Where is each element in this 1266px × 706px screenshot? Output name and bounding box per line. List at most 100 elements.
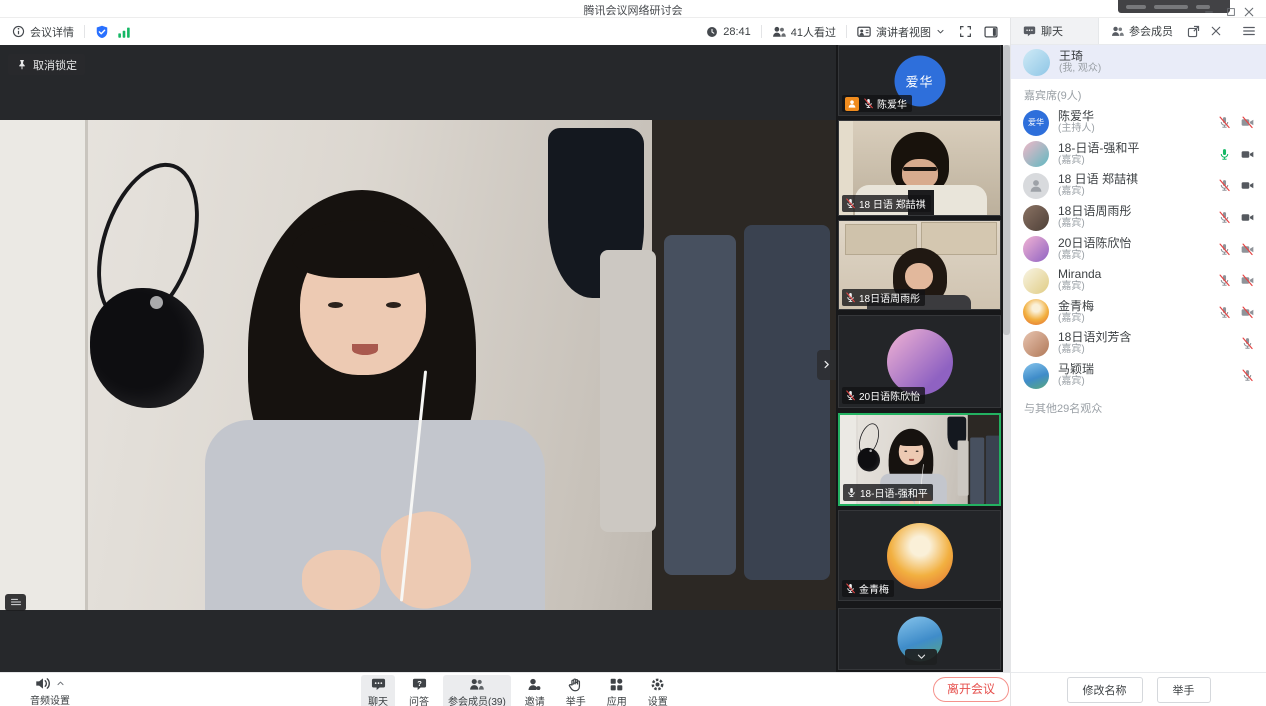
panel-header: 聊天 参会成员 bbox=[1011, 18, 1266, 45]
member-name: 18日语周雨彤 bbox=[1058, 205, 1195, 218]
toolbar-button-hand[interactable]: 举手 bbox=[559, 675, 593, 706]
member-name: 金青梅 bbox=[1058, 300, 1195, 313]
rename-button[interactable]: 修改名称 bbox=[1067, 677, 1143, 703]
video-thumbnail[interactable]: 20日语陈欣怡 bbox=[838, 315, 1001, 408]
collapse-thumbnails-button[interactable] bbox=[817, 350, 836, 380]
clock-icon bbox=[706, 25, 718, 37]
view-mode-label: 演讲者视图 bbox=[876, 24, 931, 40]
chevron-right-icon bbox=[821, 356, 832, 374]
toolbar-button-invite[interactable]: 邀请 bbox=[518, 675, 552, 706]
thumbnail-scrollbar[interactable] bbox=[1003, 45, 1010, 672]
avatar bbox=[887, 523, 953, 589]
toolbar-buttons: 聊天? 问答 参会成员(39)邀请举手应用 设置 bbox=[361, 675, 675, 706]
member-row[interactable]: 18日语刘芳含(嘉宾) bbox=[1011, 328, 1266, 360]
member-status-icons bbox=[1204, 211, 1254, 224]
member-status-icons bbox=[1204, 337, 1254, 350]
avatar bbox=[1023, 141, 1049, 167]
audio-settings-button[interactable]: 音频设置 bbox=[30, 675, 70, 706]
mic-off-icon bbox=[1218, 179, 1231, 192]
minimize-button[interactable] bbox=[1203, 3, 1217, 15]
speaker-video-feed bbox=[0, 120, 836, 610]
avatar bbox=[1023, 205, 1049, 231]
avatar bbox=[887, 329, 953, 395]
leave-meeting-button[interactable]: 离开会议 bbox=[933, 677, 1009, 702]
toolbar-button-apps[interactable]: 应用 bbox=[600, 675, 634, 706]
hand-icon bbox=[568, 677, 583, 692]
viewer-count[interactable]: 41人看过 bbox=[772, 24, 836, 40]
thumbnail-strip: 爱华陈爱华18 日语 郑喆祺 18日语周雨彤 20日语陈欣怡18-日语-强和平金青梅 bbox=[836, 45, 1010, 672]
mic-off-icon bbox=[1218, 211, 1231, 224]
speaker-view-icon bbox=[857, 25, 871, 39]
panel-menu-button[interactable] bbox=[1232, 18, 1266, 44]
video-thumbnail[interactable]: 金青梅 bbox=[838, 510, 1001, 601]
meeting-details-label: 会议详情 bbox=[30, 24, 74, 40]
panel-toggle-button[interactable] bbox=[984, 25, 998, 39]
member-row[interactable]: Miranda(嘉宾) bbox=[1011, 265, 1266, 297]
close-button[interactable] bbox=[1243, 3, 1257, 15]
side-panel: 聊天 参会成员 王琦 (我, 观众) 嘉宾席(9人) 爱华陈爱华(主持人)18-… bbox=[1010, 18, 1266, 706]
camera-off-icon bbox=[1241, 116, 1254, 129]
member-row[interactable]: 18-日语-强和平(嘉宾) bbox=[1011, 139, 1266, 171]
member-row[interactable]: 马颖瑞(嘉宾) bbox=[1011, 360, 1266, 392]
member-row[interactable]: 爱华陈爱华(主持人) bbox=[1011, 107, 1266, 139]
mic-on-icon bbox=[846, 487, 857, 498]
member-name: 陈爱华 bbox=[1058, 110, 1195, 123]
fullscreen-button[interactable] bbox=[959, 25, 972, 38]
member-list: 王琦 (我, 观众) 嘉宾席(9人) 爱华陈爱华(主持人)18-日语-强和平(嘉… bbox=[1011, 45, 1266, 672]
toolbar-button-people[interactable]: 参会成员(39) bbox=[443, 675, 511, 706]
chevron-down-icon bbox=[916, 648, 927, 666]
caption-toggle-button[interactable] bbox=[5, 594, 26, 611]
video-thumbnail[interactable]: 18-日语-强和平 bbox=[838, 413, 1001, 506]
toolbar-button-label: 应用 bbox=[607, 693, 627, 706]
avatar bbox=[1023, 331, 1049, 357]
toolbar-button-gear[interactable]: 设置 bbox=[641, 675, 675, 706]
toolbar-button-label: 问答 bbox=[409, 693, 429, 706]
mic-off-icon bbox=[1241, 369, 1254, 382]
view-mode-dropdown[interactable]: 演讲者视图 bbox=[857, 24, 945, 40]
member-row[interactable]: 18日语周雨彤(嘉宾) bbox=[1011, 202, 1266, 234]
security-shield-icon[interactable] bbox=[95, 25, 109, 39]
member-row[interactable]: 18 日语 郑喆祺(嘉宾) bbox=[1011, 170, 1266, 202]
toolbar-button-chat[interactable]: 聊天 bbox=[361, 675, 395, 706]
member-role: (嘉宾) bbox=[1058, 344, 1195, 356]
mic-off-icon bbox=[1241, 337, 1254, 350]
unpin-button[interactable]: 取消锁定 bbox=[8, 54, 85, 75]
avatar: 爱华 bbox=[1023, 110, 1049, 136]
chevron-up-icon[interactable] bbox=[56, 675, 65, 693]
tab-members[interactable]: 参会成员 bbox=[1099, 18, 1232, 44]
video-thumbnail[interactable]: 18日语周雨彤 bbox=[838, 220, 1001, 310]
member-status-icons bbox=[1204, 243, 1254, 256]
participant-name-label: 金青梅 bbox=[842, 580, 894, 597]
other-viewers-note: 与其他29名观众 bbox=[1011, 391, 1266, 416]
avatar bbox=[1023, 173, 1049, 199]
mic-on-icon bbox=[1218, 148, 1231, 161]
apps-icon bbox=[609, 677, 624, 692]
member-row[interactable]: 20日语陈欣怡(嘉宾) bbox=[1011, 233, 1266, 265]
toolbar-button-qa[interactable]: ? 问答 bbox=[402, 675, 436, 706]
svg-text:?: ? bbox=[417, 679, 422, 688]
network-signal-icon[interactable] bbox=[117, 25, 131, 39]
popout-icon[interactable] bbox=[1187, 25, 1200, 38]
member-role: (我, 观众) bbox=[1059, 63, 1101, 75]
maximize-button[interactable] bbox=[1225, 3, 1239, 15]
video-thumbnail[interactable]: 18 日语 郑喆祺 bbox=[838, 120, 1001, 216]
pin-icon bbox=[16, 58, 28, 70]
member-row-self[interactable]: 王琦 (我, 观众) bbox=[1011, 45, 1266, 79]
scroll-down-button[interactable] bbox=[905, 649, 937, 665]
member-status-icons bbox=[1204, 306, 1254, 319]
meeting-details-button[interactable]: 会议详情 bbox=[12, 24, 74, 40]
panel-footer: 修改名称 举手 bbox=[1011, 672, 1266, 706]
tab-chat[interactable]: 聊天 bbox=[1011, 18, 1099, 44]
mic-off-icon bbox=[845, 390, 856, 401]
member-row[interactable]: 金青梅(嘉宾) bbox=[1011, 297, 1266, 329]
mic-off-icon bbox=[863, 98, 874, 109]
bottom-toolbar: 音频设置 聊天? 问答 参会成员(39)邀请举手应用 设置 离开会议 bbox=[0, 672, 1010, 706]
camera-on-icon bbox=[1241, 179, 1254, 192]
window-title: 腾讯会议网络研讨会 bbox=[0, 2, 1266, 18]
participant-name-label: 陈爱华 bbox=[842, 95, 912, 112]
video-thumbnail[interactable]: 爱华陈爱华 bbox=[838, 45, 1001, 116]
raise-hand-button[interactable]: 举手 bbox=[1157, 677, 1211, 703]
close-icon[interactable] bbox=[1210, 25, 1222, 37]
participant-name-label: 18日语周雨彤 bbox=[842, 289, 925, 306]
member-name: 18 日语 郑喆祺 bbox=[1058, 173, 1195, 186]
